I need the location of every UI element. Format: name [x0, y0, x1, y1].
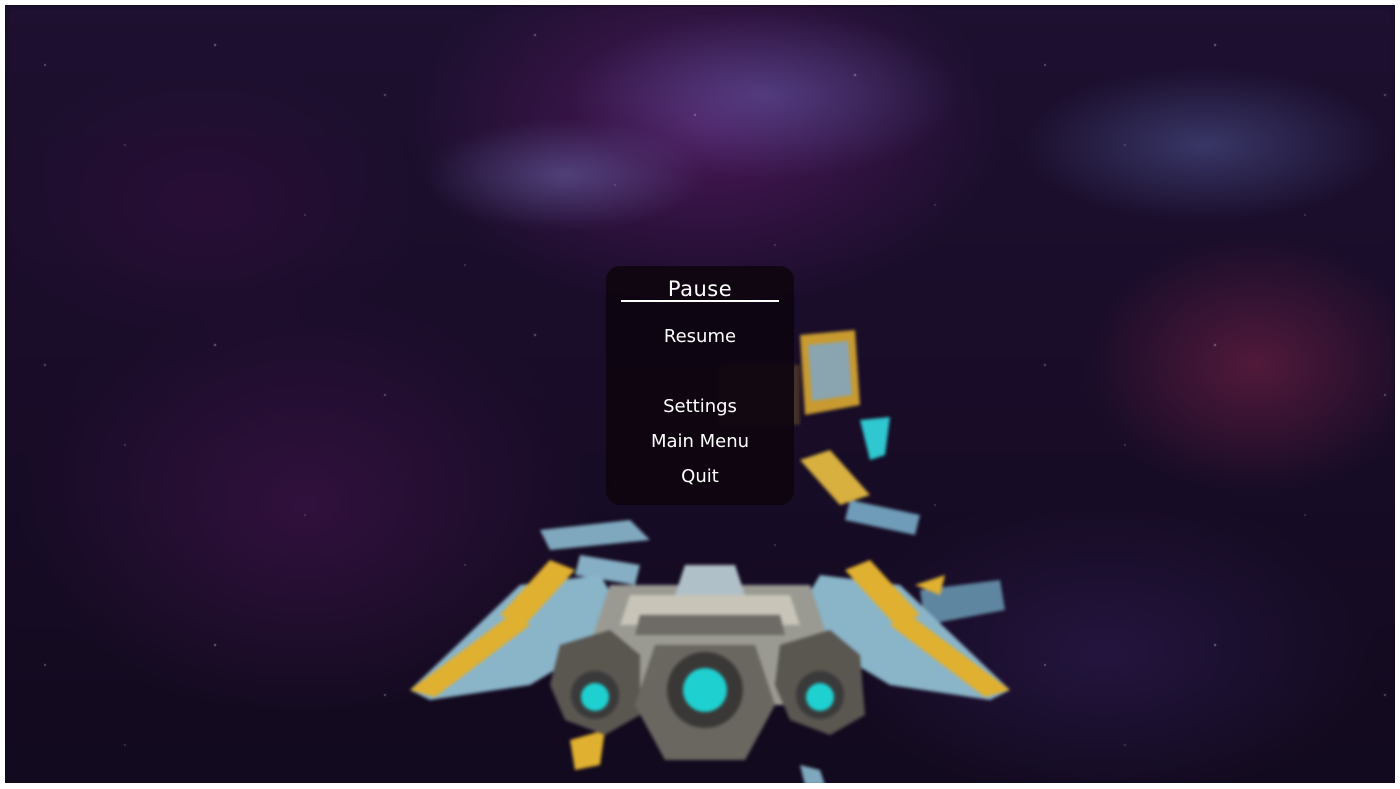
title-divider [621, 300, 779, 302]
pause-menu-panel: Pause Resume Settings Main Menu Quit [606, 266, 794, 505]
resume-button[interactable]: Resume [606, 323, 794, 351]
quit-button[interactable]: Quit [606, 463, 794, 491]
pause-title: Pause [667, 277, 733, 301]
settings-button[interactable]: Settings [606, 393, 794, 421]
main-menu-button[interactable]: Main Menu [606, 428, 794, 456]
game-viewport: Pause Resume Settings Main Menu Quit [5, 5, 1395, 783]
